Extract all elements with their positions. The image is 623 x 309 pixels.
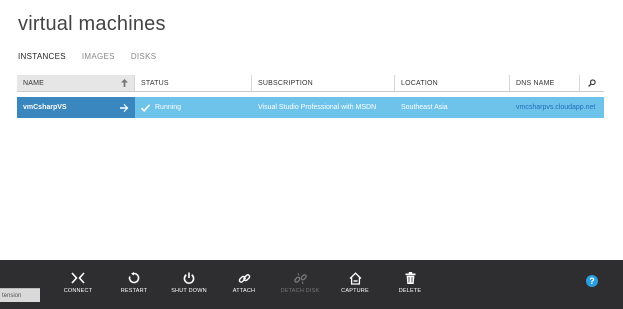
detach-disk-label: DETACH DISK <box>280 288 320 294</box>
tab-disks[interactable]: DISKS <box>131 52 157 61</box>
detach-disk-button[interactable]: DETACH DISK <box>275 268 325 294</box>
command-bar: CONNECT RESTART SHUT DOWN ATTACH DETACH … <box>0 260 623 309</box>
column-header-name[interactable]: NAME <box>17 75 135 91</box>
page-title: virtual machines <box>18 13 166 35</box>
trash-icon <box>405 272 415 284</box>
column-header-subscription[interactable]: SUBSCRIPTION <box>252 75 395 91</box>
column-header-label: NAME <box>23 79 45 87</box>
attach-label: ATTACH <box>232 288 256 294</box>
unlink-icon <box>293 272 307 284</box>
capture-button[interactable]: CAPTURE <box>330 268 380 294</box>
column-header-dns-name[interactable]: DNS NAME <box>510 75 580 91</box>
arrow-up-icon <box>121 79 128 87</box>
vm-status: Running <box>155 104 182 111</box>
capture-label: CAPTURE <box>341 288 369 294</box>
tab-bar: INSTANCES IMAGES DISKS <box>18 52 156 61</box>
help-button[interactable]: ? <box>586 275 598 287</box>
search-button[interactable] <box>580 75 604 91</box>
vm-dns-link[interactable]: vmcsharpvs.cloudapp.net <box>516 104 595 111</box>
vm-table: NAME STATUS SUBSCRIPTION LOCATION DNS NA… <box>17 75 604 118</box>
arrow-right-icon[interactable] <box>120 103 129 112</box>
table-row[interactable]: vmCsharpVS Running Visual Studio Profess… <box>17 97 604 118</box>
row-status-cell: Running <box>135 97 252 118</box>
vm-name: vmCsharpVS <box>23 104 67 111</box>
connect-icon <box>71 272 85 284</box>
vm-subscription: Visual Studio Professional with MSDN <box>252 97 395 118</box>
column-header-status[interactable]: STATUS <box>135 75 252 91</box>
restart-label: RESTART <box>120 288 148 294</box>
shut-down-button[interactable]: SHUT DOWN <box>164 268 214 294</box>
attach-button[interactable]: ATTACH <box>219 268 269 294</box>
column-header-location[interactable]: LOCATION <box>395 75 510 91</box>
restart-icon <box>128 272 140 284</box>
checkmark-icon <box>141 103 150 112</box>
home-icon <box>349 271 361 285</box>
delete-button[interactable]: DELETE <box>385 268 435 294</box>
connect-button[interactable]: CONNECT <box>53 268 103 294</box>
tab-images[interactable]: IMAGES <box>82 52 115 61</box>
shut-down-label: SHUT DOWN <box>171 288 207 294</box>
restart-button[interactable]: RESTART <box>109 268 159 294</box>
delete-label: DELETE <box>398 288 422 294</box>
tab-instances[interactable]: INSTANCES <box>18 52 66 61</box>
row-dns-cell: vmcsharpvs.cloudapp.net <box>510 97 604 118</box>
extension-tab[interactable]: tension <box>0 288 40 302</box>
link-icon <box>238 273 250 283</box>
search-icon <box>588 79 596 87</box>
table-header: NAME STATUS SUBSCRIPTION LOCATION DNS NA… <box>17 75 604 92</box>
connect-label: CONNECT <box>63 288 93 294</box>
vm-location: Southeast Asia <box>395 97 510 118</box>
power-icon <box>183 272 195 284</box>
row-name-cell[interactable]: vmCsharpVS <box>17 97 135 118</box>
main-content: virtual machines INSTANCES IMAGES DISKS … <box>0 0 623 260</box>
